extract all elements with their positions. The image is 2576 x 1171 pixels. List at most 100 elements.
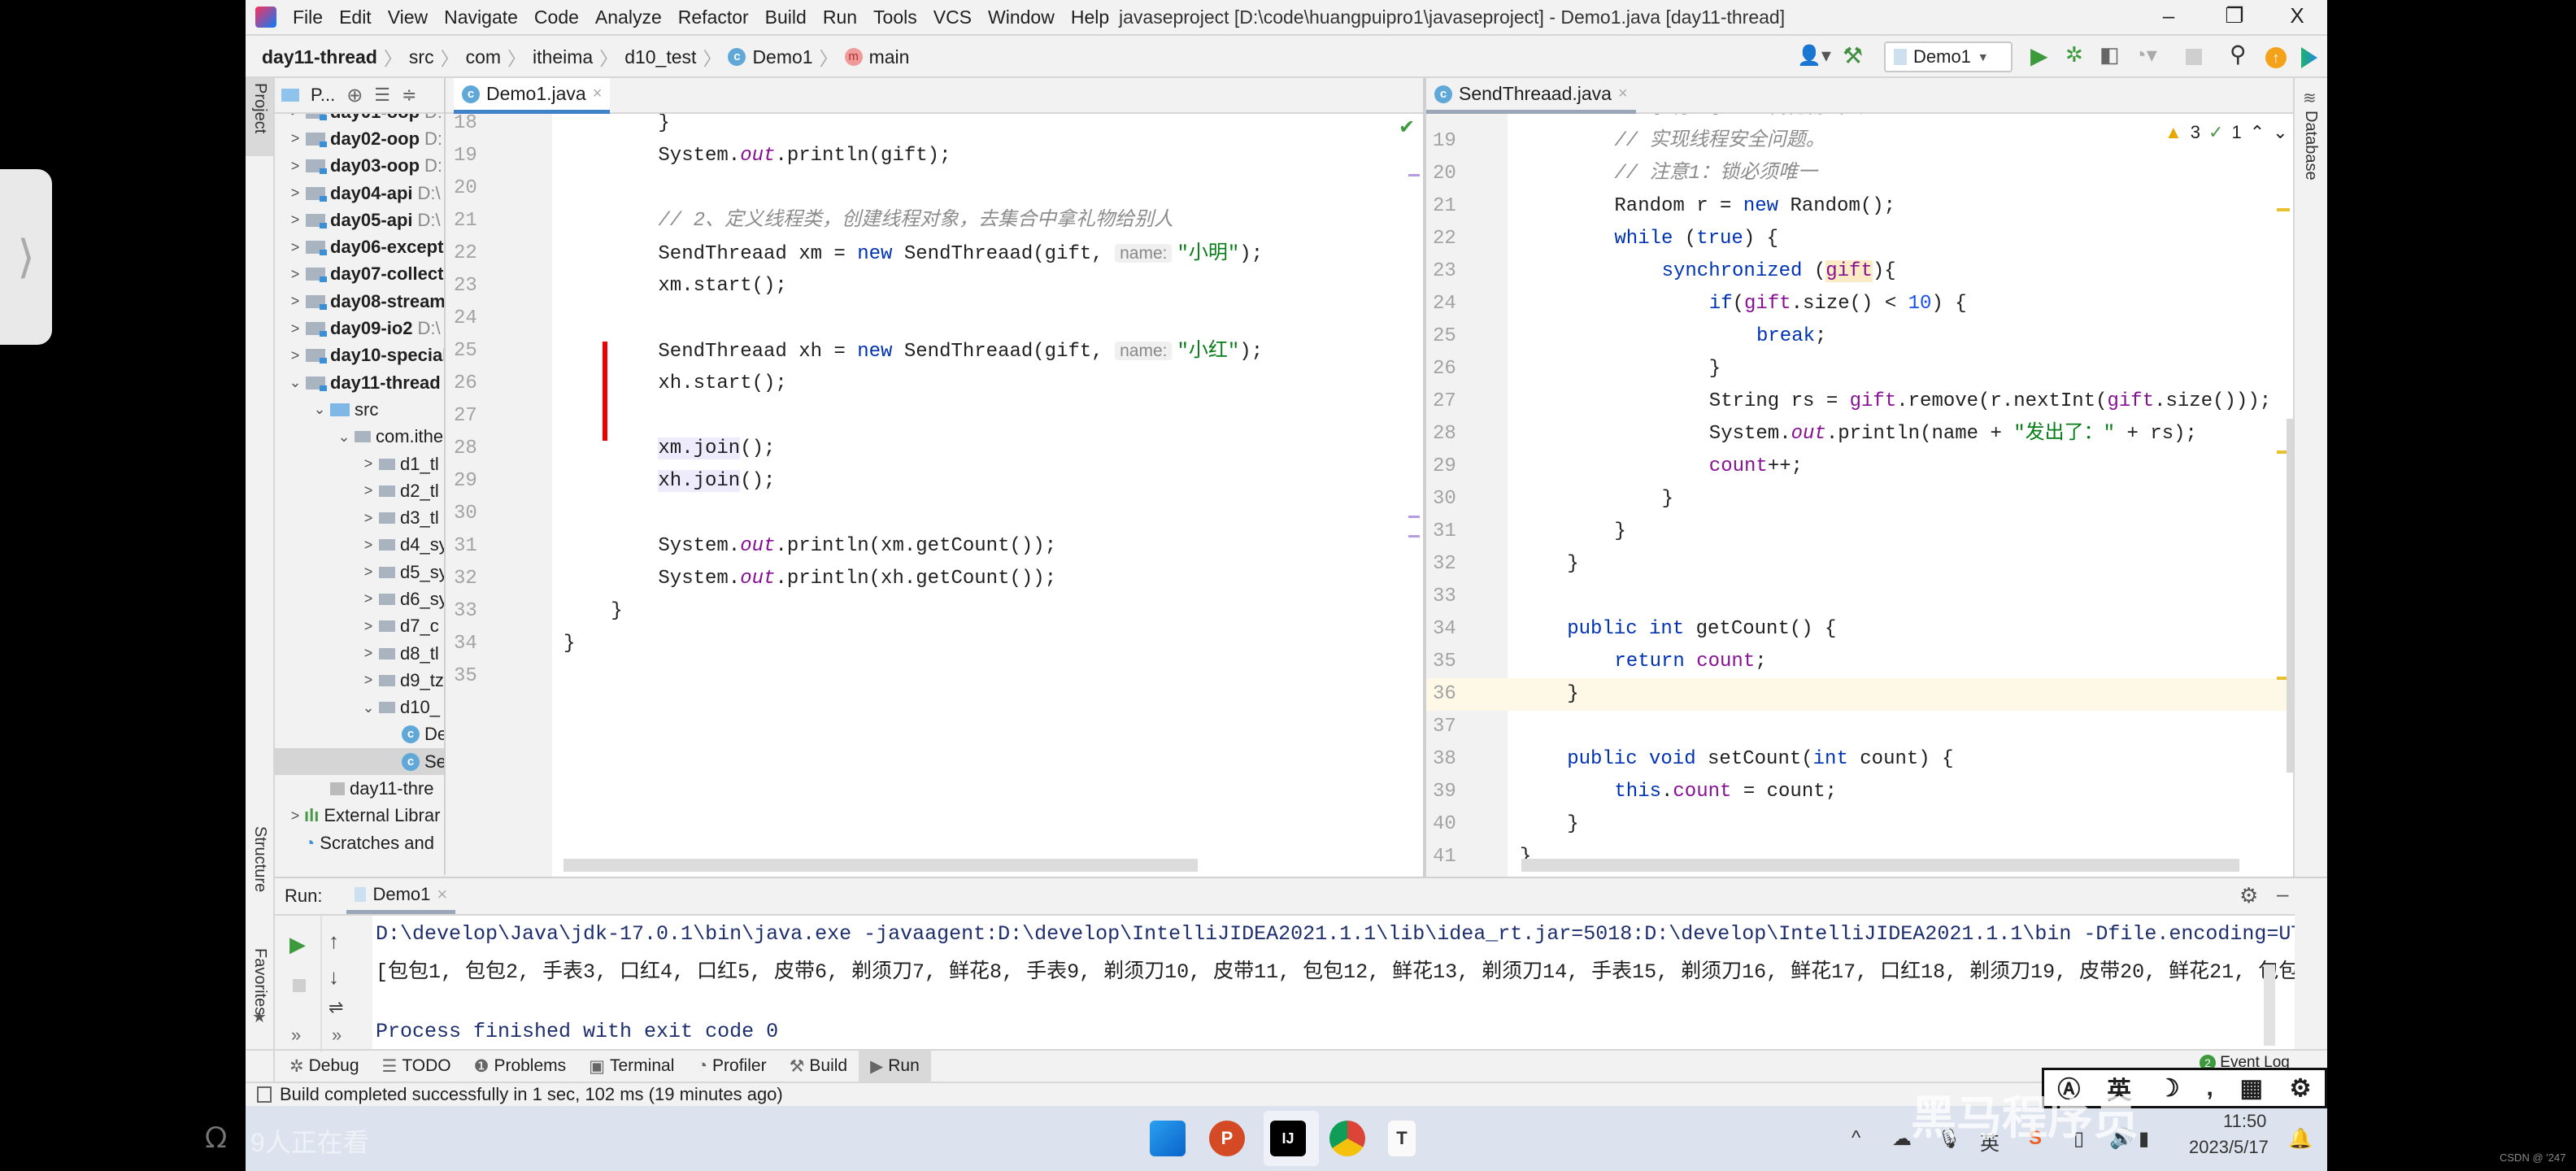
expand-arrow-icon[interactable]: > (286, 293, 304, 310)
build-hammer-icon[interactable]: ⚒ (1843, 42, 1863, 69)
locate-icon[interactable]: ⊕ (346, 84, 363, 107)
breadcrumb-item[interactable]: itheima (533, 46, 593, 68)
tree-item[interactable]: > day02-oop D: (275, 125, 444, 152)
expand-arrow-icon[interactable]: > (286, 266, 304, 283)
tree-item[interactable]: > d9_tz (275, 667, 444, 694)
tree-item[interactable]: > day04-api D:\ (275, 180, 444, 207)
debug-icon[interactable]: ✲ (2065, 42, 2083, 67)
expand-arrow-icon[interactable]: > (359, 510, 377, 527)
run-icon[interactable]: ▶ (2030, 42, 2048, 69)
tree-item[interactable]: > day05-api D:\ (275, 207, 444, 233)
collapse-all-icon[interactable]: ≑ (402, 85, 416, 106)
powerpoint-icon[interactable]: P (1209, 1121, 1245, 1156)
breadcrumb-item[interactable]: d10_test (624, 46, 696, 68)
expand-arrow-icon[interactable]: > (359, 455, 377, 472)
tool-windows-toggle-icon[interactable] (257, 1086, 272, 1103)
menu-view[interactable]: View (388, 7, 428, 28)
expand-arrow-icon[interactable]: ⌄ (359, 699, 377, 716)
tree-item[interactable]: c De (275, 721, 444, 748)
console-output[interactable]: D:\develop\Java\jdk-17.0.1\bin\java.exe … (372, 914, 2295, 1049)
down-arrow-icon[interactable]: ↓ (329, 964, 339, 990)
notification-bell-icon[interactable]: 🔔 (2288, 1127, 2313, 1151)
menu-edit[interactable]: Edit (339, 7, 372, 28)
code-area-right[interactable]: 18 // 小明、小红一发礼物出去 19 // 实现线程安全问题。 20 // 注意1：锁… (1426, 114, 2293, 877)
soft-wrap-icon[interactable]: ⇌ (329, 997, 343, 1018)
expand-arrow-icon[interactable]: > (286, 185, 304, 202)
tree-item[interactable]: > ılı External Librar (275, 803, 444, 829)
console-scrollbar[interactable] (2264, 964, 2275, 1046)
expand-arrow-icon[interactable]: > (359, 645, 377, 662)
code-with-me-icon[interactable] (2301, 47, 2317, 68)
tree-item[interactable]: > d5_sy (275, 559, 444, 586)
expand-arrow-icon[interactable]: > (359, 537, 377, 554)
tool-tab-terminal[interactable]: ▣ Terminal (577, 1051, 685, 1082)
up-arrow-icon[interactable]: ↑ (329, 929, 339, 954)
tree-item[interactable]: > d1_tl (275, 451, 444, 477)
stop-icon[interactable] (293, 979, 306, 992)
coverage-icon[interactable]: ◧ (2100, 42, 2120, 67)
tree-item[interactable]: > d8_tl (275, 640, 444, 667)
more-icon[interactable]: » (332, 1025, 342, 1046)
tool-tab-run[interactable]: ▶ Run (859, 1051, 931, 1082)
next-highlight-icon[interactable]: ⌄ (2273, 122, 2287, 143)
expand-arrow-icon[interactable]: > (286, 320, 304, 337)
search-icon[interactable]: ⚲ (2230, 41, 2247, 67)
expand-arrow-icon[interactable]: > (286, 211, 304, 229)
tab-demo1-java[interactable]: c Demo1.java × (454, 78, 611, 114)
tree-item[interactable]: ⌄ com.ithe (275, 424, 444, 451)
onedrive-icon[interactable]: ☁ (1892, 1127, 1912, 1151)
expand-arrow-icon[interactable]: > (359, 482, 377, 499)
menu-navigate[interactable]: Navigate (444, 7, 518, 28)
hide-panel-icon[interactable]: – (2277, 882, 2288, 907)
typora-icon[interactable]: T (1388, 1121, 1416, 1156)
tab-sendthreaad-java[interactable]: c SendThreaad.java × (1426, 78, 1636, 114)
tree-item[interactable]: > day09-io2 D:\ (275, 315, 444, 342)
tree-item[interactable]: > day03-oop D: (275, 153, 444, 180)
menu-build[interactable]: Build (765, 7, 807, 28)
tree-item[interactable]: > d3_tl (275, 504, 444, 531)
breadcrumb-item[interactable]: Demo1 (752, 46, 812, 68)
tree-item[interactable]: > day10-special (275, 342, 444, 369)
horizontal-scrollbar[interactable] (1521, 859, 2239, 872)
breadcrumb-item[interactable]: main (869, 46, 910, 68)
restore-button[interactable]: ❐ (2218, 3, 2251, 28)
tool-tab-debug[interactable]: ✲ Debug (278, 1051, 371, 1082)
close-button[interactable]: X (2281, 3, 2313, 28)
expand-arrow-icon[interactable]: ⌄ (311, 401, 329, 418)
minimize-button[interactable]: – (2152, 3, 2185, 28)
tree-item[interactable]: > d6_sy (275, 586, 444, 612)
punctuation-icon[interactable]: , (2206, 1074, 2213, 1102)
structure-tool-button[interactable]: Structure (250, 826, 269, 892)
favorites-tool-button[interactable]: Favorites (250, 948, 269, 1015)
side-expand-tab[interactable]: ⟩ (0, 169, 52, 345)
tree-item[interactable]: > d4_sy (275, 532, 444, 559)
menu-code[interactable]: Code (534, 7, 579, 28)
horizontal-scrollbar[interactable] (564, 859, 1198, 872)
expand-all-icon[interactable]: ☰ (374, 85, 390, 106)
expand-arrow-icon[interactable]: > (286, 158, 304, 175)
breadcrumb-item[interactable]: src (409, 46, 434, 68)
more-icon[interactable]: » (291, 1025, 301, 1046)
tree-item[interactable]: day11-thre (275, 775, 444, 802)
expand-arrow-icon[interactable]: > (286, 130, 304, 147)
stop-icon[interactable] (2186, 49, 2202, 65)
close-tab-icon[interactable]: × (437, 884, 447, 905)
rerun-icon[interactable]: ▶ (289, 932, 306, 957)
tree-item[interactable]: ◔ Scratches and (275, 829, 444, 856)
expand-arrow-icon[interactable]: > (286, 808, 304, 825)
expand-arrow-icon[interactable]: ⌄ (286, 374, 304, 391)
menu-tools[interactable]: Tools (873, 7, 917, 28)
profile-icon[interactable]: ◔▾ (2134, 42, 2157, 67)
close-tab-icon[interactable]: × (1618, 85, 1628, 103)
ime-settings-gear-icon[interactable]: ⚙ (2290, 1074, 2312, 1103)
database-tool-button[interactable]: Database (2301, 111, 2320, 181)
code-area-left[interactable]: 18} 19 System.out.println(gift); 20 21// 2、定… (446, 114, 1423, 877)
tool-tab-build[interactable]: ⚒ Build (778, 1051, 859, 1082)
tree-item[interactable]: > day06-except (275, 233, 444, 260)
vertical-scrollbar[interactable] (2287, 419, 2293, 773)
previous-highlight-icon[interactable]: ⌃ (2250, 122, 2265, 143)
intellij-idea-icon[interactable]: IJ (1270, 1121, 1306, 1156)
breadcrumb-item[interactable]: day11-thread (262, 46, 377, 68)
tree-item[interactable]: c Se (275, 748, 444, 776)
vcs-user-icon[interactable]: 👤▾ (1797, 44, 1831, 67)
